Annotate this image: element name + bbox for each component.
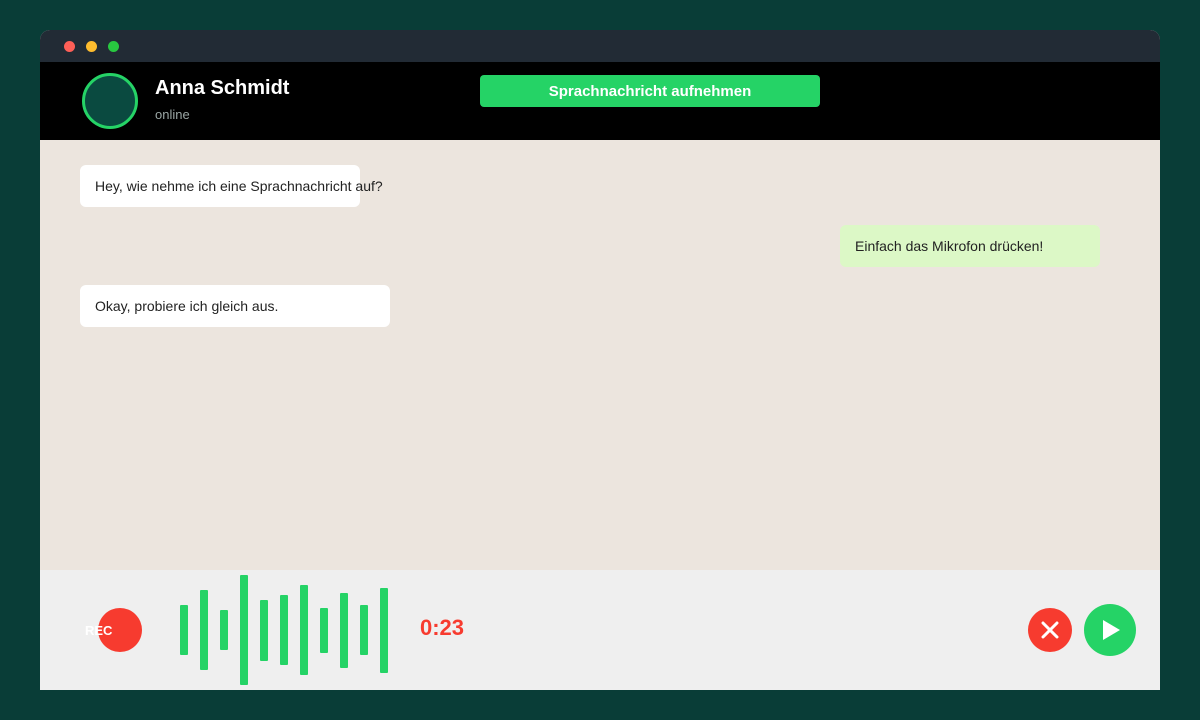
contact-status: online [155, 107, 190, 122]
play-send-icon [1103, 620, 1120, 640]
waveform-bar [340, 593, 348, 668]
record-voice-message-button[interactable]: Sprachnachricht aufnehmen [480, 75, 820, 107]
waveform-bar [360, 605, 368, 655]
waveform-bar [240, 575, 248, 685]
cancel-recording-button[interactable] [1028, 608, 1072, 652]
waveform-bar [200, 590, 208, 670]
recording-timer: 0:23 [420, 615, 465, 640]
waveform-bar [220, 610, 228, 650]
recording-label: REC [85, 623, 113, 638]
message-list: Hey, wie nehme ich eine Sprachnachricht … [40, 140, 1160, 570]
recording-bar: REC 0:23 [40, 570, 1160, 690]
waveform-bar [260, 600, 268, 661]
app-window: Anna Schmidt online Sprachnachricht aufn… [40, 30, 1160, 690]
window-close-button[interactable] [64, 41, 75, 52]
send-recording-button[interactable] [1084, 604, 1136, 656]
waveform-bar [180, 605, 188, 655]
message-incoming: Hey, wie nehme ich eine Sprachnachricht … [80, 165, 383, 207]
message-incoming: Okay, probiere ich gleich aus. [80, 285, 390, 327]
message-outgoing: Einfach das Mikrofon drücken! [840, 225, 1100, 267]
waveform-bar [300, 585, 308, 675]
audio-waveform [180, 570, 400, 690]
waveform-bar [280, 595, 288, 665]
waveform-bar [380, 588, 388, 673]
window-titlebar [40, 30, 1160, 62]
avatar[interactable] [82, 73, 138, 129]
window-maximize-button[interactable] [108, 41, 119, 52]
contact-name: Anna Schmidt [155, 77, 290, 99]
close-icon [1041, 621, 1059, 639]
chat-header: Anna Schmidt online Sprachnachricht aufn… [40, 62, 1160, 140]
waveform-bar [320, 608, 328, 653]
window-minimize-button[interactable] [86, 41, 97, 52]
